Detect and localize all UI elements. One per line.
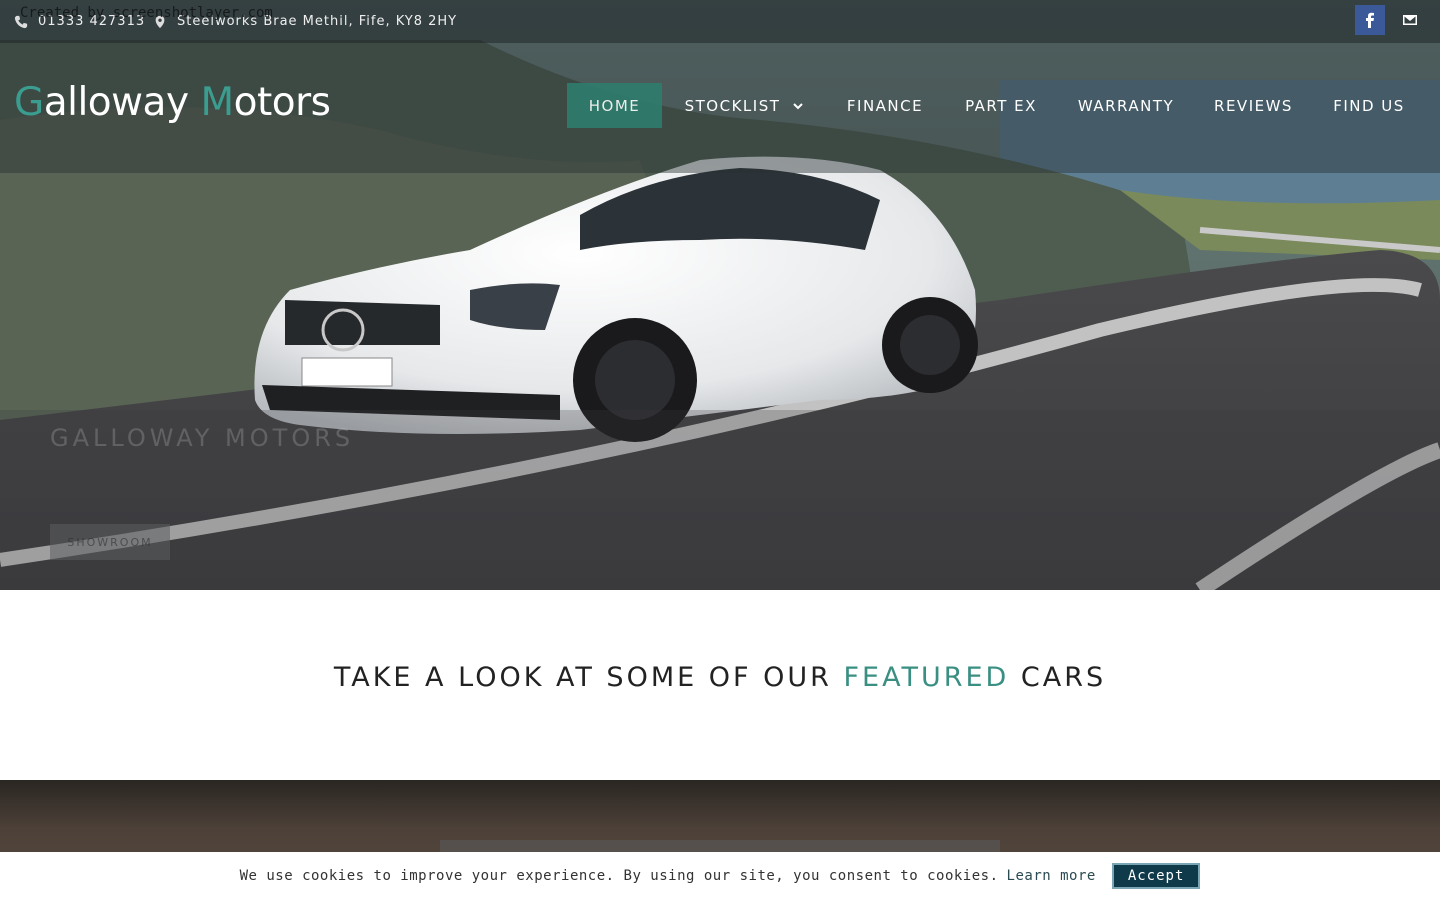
featured-heading-suffix: CARS [1009, 662, 1107, 693]
nav-reviews[interactable]: REVIEWS [1209, 83, 1298, 128]
nav-home[interactable]: HOME [567, 83, 662, 128]
featured-heading-highlight: FEATURED [843, 662, 1010, 693]
facebook-link[interactable] [1355, 5, 1385, 35]
logo-letter-m: M [200, 80, 234, 125]
envelope-icon [1403, 15, 1417, 25]
nav-part-ex-label: PART EX [965, 96, 1037, 115]
email-link[interactable] [1395, 5, 1425, 35]
nav-stocklist[interactable]: STOCKLIST [677, 83, 812, 128]
nav-reviews-label: REVIEWS [1214, 96, 1293, 115]
facebook-icon [1366, 12, 1374, 28]
hero-title: GALLOWAY MOTORS [50, 424, 355, 452]
featured-heading-prefix: TAKE A LOOK AT SOME OF OUR [333, 662, 844, 693]
nav-find-us-label: FIND US [1333, 96, 1405, 115]
nav-finance-label: FINANCE [846, 96, 924, 115]
screenshot-watermark: Created by screenshotlayer.com [20, 5, 273, 21]
logo-text-alloway: alloway [43, 80, 201, 125]
showroom-button[interactable]: SHOWROOM [50, 524, 170, 560]
nav-warranty[interactable]: WARRANTY [1072, 83, 1180, 128]
chevron-down-icon [793, 102, 804, 109]
cookie-learn-more-link[interactable]: Learn more [1007, 868, 1096, 884]
nav-home-label: HOME [588, 96, 641, 115]
nav-find-us[interactable]: FIND US [1326, 83, 1412, 128]
cookie-consent-bar: We use cookies to improve your experienc… [0, 852, 1440, 900]
site-logo[interactable]: Galloway Motors [14, 80, 331, 125]
hero-section: 01333 427313 Steelworks Brae Methil, Fif… [0, 0, 1440, 590]
nav-warranty-label: WARRANTY [1077, 96, 1175, 115]
featured-heading: TAKE A LOOK AT SOME OF OUR FEATURED CARS [0, 662, 1440, 693]
logo-letter-g: G [14, 80, 44, 125]
nav-part-ex[interactable]: PART EX [958, 83, 1044, 128]
nav-stocklist-label: STOCKLIST [684, 96, 781, 115]
cookie-accept-button[interactable]: Accept [1111, 863, 1201, 889]
logo-text-otors: otors [233, 80, 331, 125]
nav-finance[interactable]: FINANCE [838, 83, 932, 128]
cookie-message: We use cookies to improve your experienc… [239, 868, 999, 884]
